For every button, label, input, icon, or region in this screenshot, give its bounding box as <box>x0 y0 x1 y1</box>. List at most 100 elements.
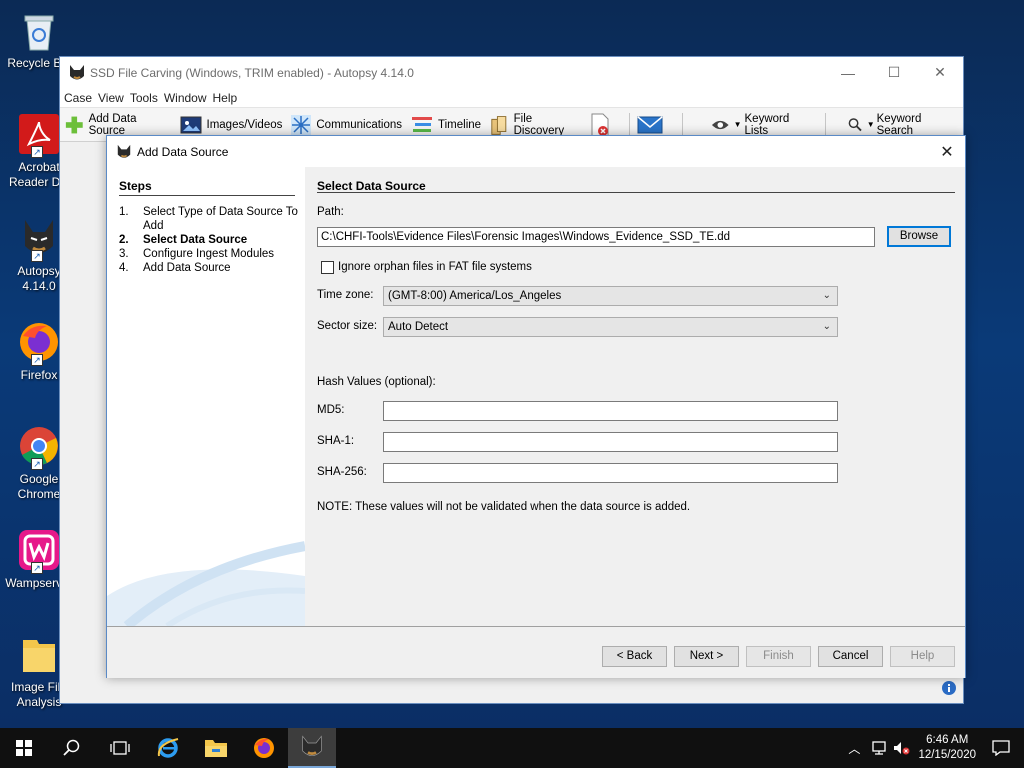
communications-button[interactable]: Communications <box>290 114 402 136</box>
sha256-input[interactable] <box>383 463 838 483</box>
step-number: 1. <box>119 206 129 218</box>
step-label: Configure Ingest Modules <box>143 248 275 260</box>
network-icon[interactable] <box>870 740 888 756</box>
dialog-titlebar[interactable]: Add Data Source ✕ <box>107 136 965 167</box>
keyword-lists-button[interactable]: ▼ Keyword Lists <box>711 113 811 137</box>
content-divider <box>317 192 955 193</box>
task-view-button[interactable] <box>96 728 144 768</box>
task-view-icon <box>110 741 130 755</box>
step-item: 3. Configure Ingest Modules <box>119 247 299 261</box>
taskbar-firefox[interactable] <box>240 728 288 768</box>
desktop-icon-label: Google Chrome <box>17 472 61 501</box>
start-button[interactable] <box>0 728 48 768</box>
dialog-title: Add Data Source <box>137 144 229 159</box>
dialog-button-bar: < Back Next > Finish Cancel Help <box>107 626 965 678</box>
menu-case[interactable]: Case <box>63 91 97 105</box>
dropdown-arrow-icon: ▼ <box>733 120 742 129</box>
images-videos-button[interactable]: Images/Videos <box>179 114 283 136</box>
keyword-search-label: Keyword Search <box>876 112 922 137</box>
step-item-active: 2. Select Data Source <box>119 233 299 247</box>
keyword-lists-label: Keyword Lists <box>744 112 790 137</box>
timezone-select[interactable]: (GMT-8:00) America/Los_Angeles ⌄ <box>383 286 838 306</box>
menu-window[interactable]: Window <box>163 91 212 105</box>
desktop-icon-label: Autopsy 4.14.0 <box>17 264 61 293</box>
sector-size-value: Auto Detect <box>388 321 449 333</box>
file-discovery-button[interactable]: File Discovery <box>489 113 581 137</box>
timezone-label: Time zone: <box>317 289 374 301</box>
help-button[interactable]: Help <box>890 646 955 667</box>
keyword-search-button[interactable]: ▼ Keyword Search <box>848 113 955 137</box>
search-button[interactable] <box>48 728 96 768</box>
eye-icon <box>711 120 729 129</box>
notification-center-icon[interactable] <box>992 740 1010 756</box>
timezone-value: (GMT-8:00) America/Los_Angeles <box>388 290 562 302</box>
autopsy-icon <box>116 144 132 160</box>
sector-size-select[interactable]: Auto Detect ⌄ <box>383 317 838 337</box>
taskbar-autopsy[interactable] <box>288 728 336 768</box>
toolbar-separator <box>824 112 826 137</box>
search-icon <box>63 739 80 756</box>
steps-panel: Steps 1. Select Type of Data Source To A… <box>107 167 305 626</box>
toolbar-separator <box>682 112 684 137</box>
add-data-source-dialog: Add Data Source ✕ Steps 1. Select Type o… <box>106 135 966 678</box>
windows-logo-icon <box>16 740 32 756</box>
chrome-icon: ↗ <box>17 424 61 470</box>
clock[interactable]: 6:46 AM 12/15/2020 <box>918 733 976 763</box>
wampserver-icon: ↗ <box>17 528 61 574</box>
menu-help[interactable]: Help <box>212 91 243 105</box>
menu-view[interactable]: View <box>97 91 129 105</box>
browse-button[interactable]: Browse <box>887 226 951 247</box>
volume-muted-icon[interactable] <box>892 740 910 756</box>
recycle-bin-icon <box>17 8 61 52</box>
md5-input[interactable] <box>383 401 838 421</box>
taskbar: ︿ 6:46 AM 12/15/2020 <box>0 728 1024 768</box>
close-button[interactable]: ✕ <box>917 57 963 88</box>
maximize-button[interactable]: ☐ <box>871 57 917 88</box>
close-case-icon <box>591 113 609 136</box>
add-data-source-button[interactable]: Add Data Source <box>64 113 171 137</box>
firefox-icon: ↗ <box>17 320 61 366</box>
firefox-icon <box>254 738 274 758</box>
file-discovery-label: File Discovery <box>513 112 565 137</box>
images-videos-label: Images/Videos <box>206 118 283 131</box>
path-label: Path: <box>317 206 344 218</box>
autopsy-icon <box>68 64 86 82</box>
menu-bar: Case View Tools Window Help <box>60 88 963 108</box>
menu-tools[interactable]: Tools <box>129 91 163 105</box>
magnifier-icon <box>848 117 862 131</box>
email-button[interactable] <box>636 115 668 135</box>
timeline-label: Timeline <box>438 118 482 131</box>
cancel-button[interactable]: Cancel <box>818 646 883 667</box>
dialog-close-button[interactable]: ✕ <box>937 142 957 162</box>
timeline-button[interactable]: Timeline <box>410 114 481 136</box>
close-case-button[interactable] <box>589 112 615 138</box>
taskbar-file-explorer[interactable] <box>192 728 240 768</box>
step-label: Select Data Source <box>143 234 248 246</box>
steps-header: Steps <box>119 179 152 193</box>
main-titlebar[interactable]: SSD File Carving (Windows, TRIM enabled)… <box>60 57 963 88</box>
finish-button[interactable]: Finish <box>746 646 811 667</box>
hash-note: NOTE: These values will not be validated… <box>317 501 691 513</box>
step-item: 4. Add Data Source <box>119 261 299 275</box>
ignore-orphan-checkbox[interactable] <box>321 261 334 274</box>
timeline-icon <box>412 116 433 132</box>
step-label: Add Data Source <box>143 262 231 274</box>
ignore-orphan-label: Ignore orphan files in FAT file systems <box>338 261 532 273</box>
step-number: 2. <box>119 234 129 246</box>
step-number: 3. <box>119 248 129 260</box>
back-button[interactable]: < Back <box>602 646 667 667</box>
sha1-input[interactable] <box>383 432 838 452</box>
chevron-up-icon[interactable]: ︿ <box>848 740 860 757</box>
decorative-swoosh-graphic <box>107 541 305 626</box>
taskbar-internet-explorer[interactable] <box>144 728 192 768</box>
path-input[interactable] <box>317 227 875 247</box>
toolbar-separator <box>629 112 631 137</box>
minimize-button[interactable]: — <box>825 57 871 88</box>
step-number: 4. <box>119 262 129 274</box>
step-item: 1. Select Type of Data Source To Add <box>119 205 299 233</box>
desktop-icon-label: Firefox <box>20 368 58 382</box>
images-icon <box>180 116 201 133</box>
notifications-info-icon[interactable] <box>941 680 957 699</box>
next-button[interactable]: Next > <box>674 646 739 667</box>
content-panel: Select Data Source Path: Browse Ignore o… <box>305 167 965 626</box>
